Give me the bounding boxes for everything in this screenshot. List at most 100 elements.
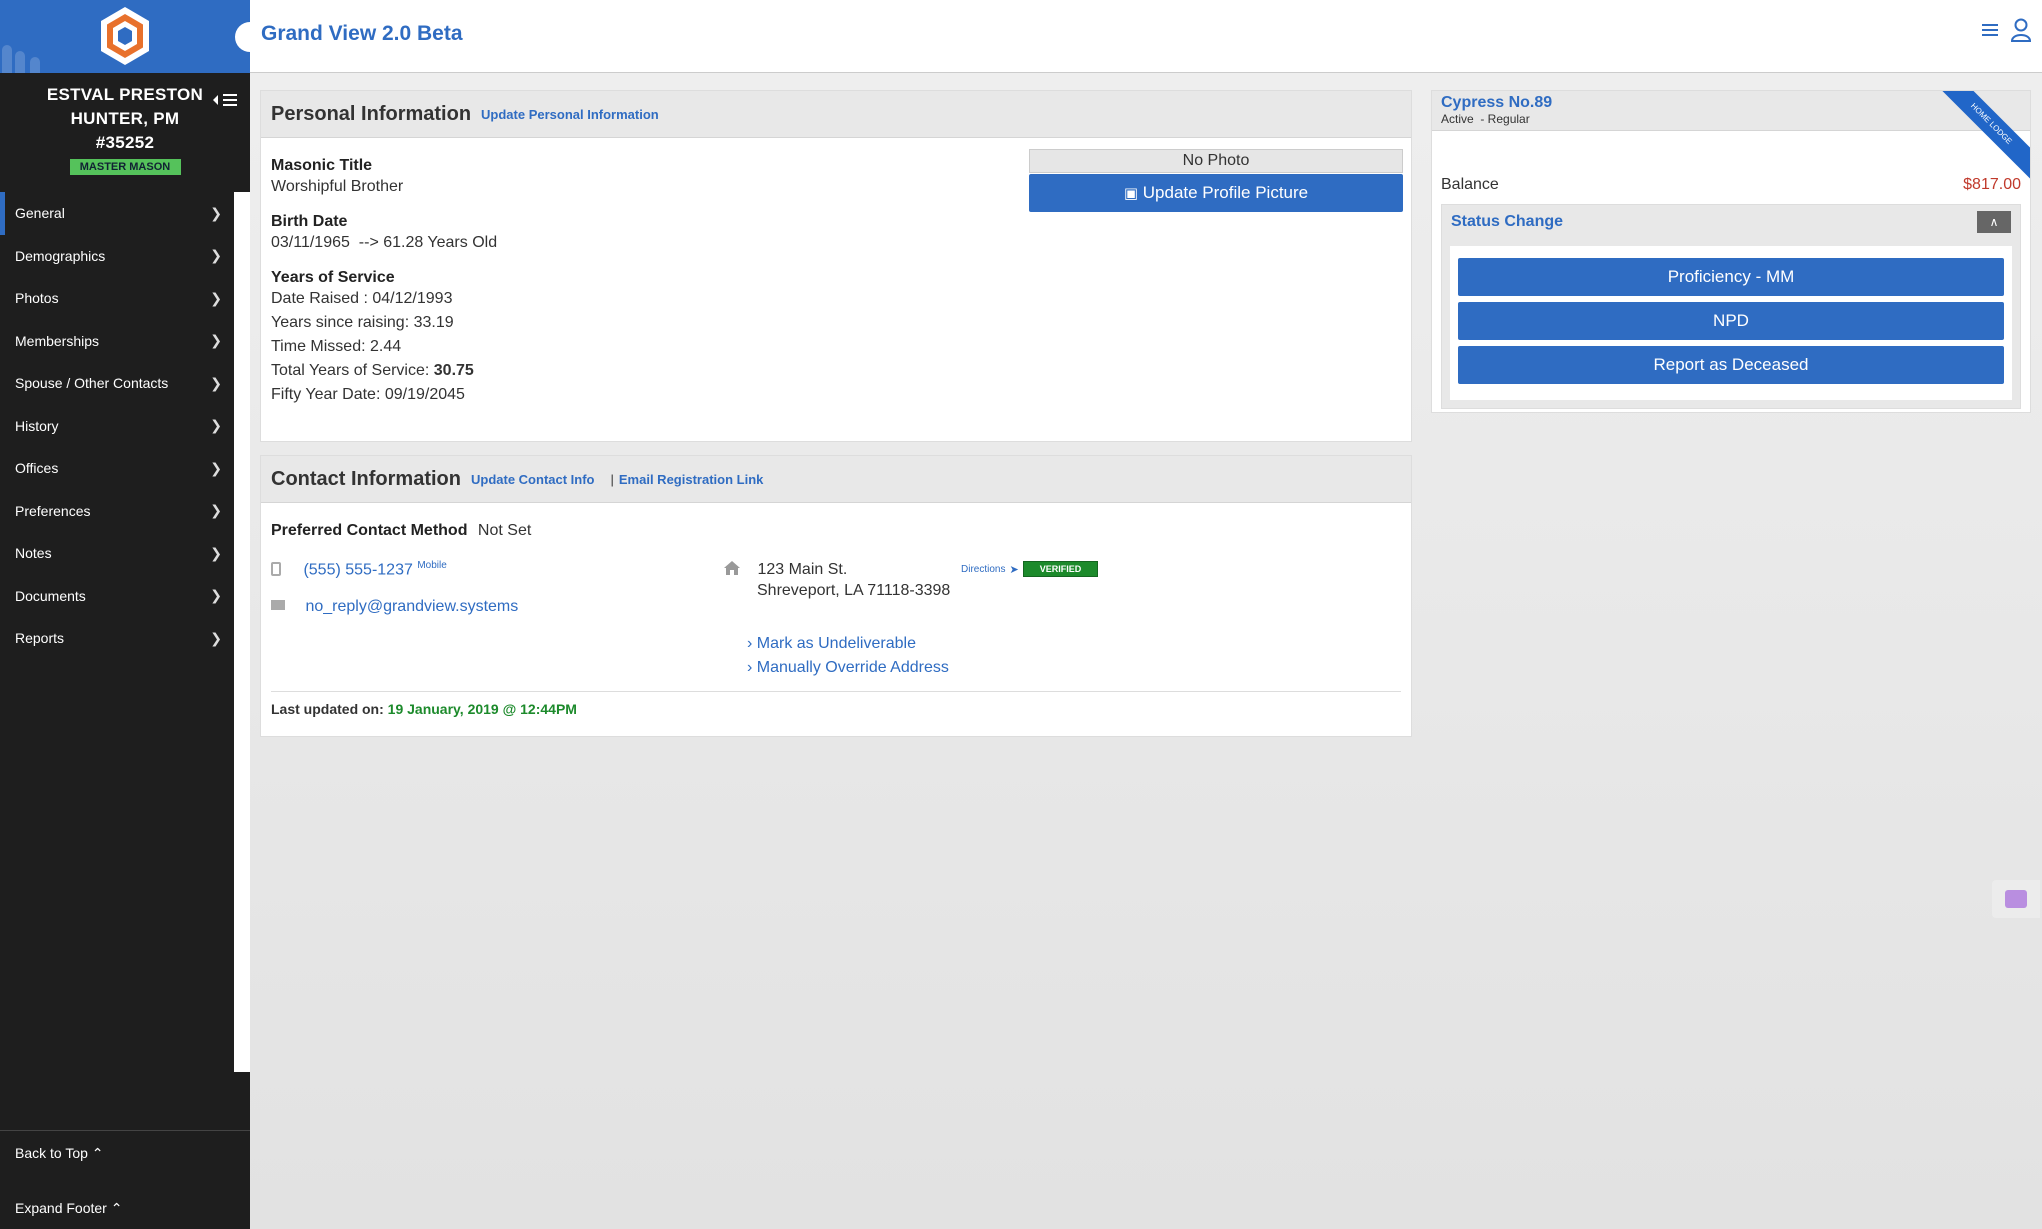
personal-information-title: Personal Information: [271, 102, 472, 125]
update-personal-info-link[interactable]: Update Personal Information: [481, 107, 659, 122]
feedback-widget[interactable]: [1992, 880, 2040, 918]
update-profile-picture-label: Update Profile Picture: [1142, 183, 1309, 202]
phone-number-link[interactable]: (555) 555-1237: [303, 561, 412, 578]
chevron-right-icon: ❯: [210, 459, 222, 476]
address-line1: 123 Main St.: [757, 561, 848, 578]
years-of-service-label: Years of Service: [271, 269, 395, 286]
top-header: Grand View 2.0 Beta: [235, 0, 2042, 73]
status-change-title: Status Change: [1451, 213, 1564, 230]
chevron-right-icon: ❯: [210, 374, 222, 391]
sidebar-footer-divider: [0, 1130, 250, 1131]
chevron-right-icon: ›: [747, 635, 753, 652]
update-profile-picture-button[interactable]: ▣ Update Profile Picture: [1029, 174, 1403, 212]
last-updated-value: 19 January, 2019 @ 12:44PM: [387, 701, 577, 717]
proficiency-mm-button[interactable]: Proficiency - MM: [1458, 258, 2004, 296]
member-name: ESTVAL PRESTON HUNTER, PM #35252: [0, 73, 250, 155]
chevron-right-icon: ❯: [210, 587, 222, 604]
sidebar-item-label: History: [15, 417, 59, 434]
chevron-up-icon: ∧: [1989, 215, 1999, 229]
update-contact-info-link[interactable]: Update Contact Info: [471, 472, 595, 487]
chevron-right-icon: ❯: [210, 289, 222, 306]
address-line2: Shreveport, LA 71118-3398: [757, 582, 951, 599]
status-change-actions: Proficiency - MM NPD Report as Deceased: [1450, 246, 2012, 400]
birth-date-label: Birth Date: [271, 213, 348, 230]
contact-information-header: Contact Information Update Contact Info …: [261, 456, 1411, 503]
report-deceased-button[interactable]: Report as Deceased: [1458, 346, 2004, 384]
npd-button[interactable]: NPD: [1458, 302, 2004, 340]
years-since-raising: Years since raising: 33.19: [271, 314, 454, 331]
collapse-menu-icon: [213, 94, 237, 106]
sidebar-item-label: Reports: [15, 630, 65, 647]
total-service-value: 30.75: [433, 362, 474, 379]
override-address-label: Manually Override Address: [756, 659, 949, 676]
expand-footer-link[interactable]: Expand Footer ⌃: [15, 1200, 122, 1217]
balance-value: $817.00: [1963, 176, 2021, 193]
app-logo-icon[interactable]: [98, 5, 152, 72]
override-address-link[interactable]: › Manually Override Address: [747, 656, 949, 680]
chevron-right-icon: ›: [747, 659, 753, 676]
no-photo-placeholder: No Photo: [1029, 149, 1403, 173]
personal-information-header: Personal Information Update Personal Inf…: [261, 91, 1411, 138]
member-number: #35252: [95, 133, 155, 152]
logo-area: [0, 0, 250, 73]
fifty-year-date: Fifty Year Date: 09/19/2045: [271, 386, 465, 403]
camera-icon: ▣: [1123, 185, 1139, 202]
expand-footer-label: Expand Footer: [15, 1200, 107, 1216]
balance-row: Balance $817.00: [1441, 176, 2021, 194]
sidebar-item-photos[interactable]: Photos ❯: [0, 277, 234, 320]
address-actions: › Mark as Undeliverable › Manually Overr…: [747, 632, 949, 680]
chevron-up-icon: ⌃: [110, 1200, 123, 1216]
user-profile-icon[interactable]: [2010, 18, 2032, 42]
chevron-right-icon: ❯: [210, 332, 222, 349]
phone-type: Mobile: [417, 560, 447, 571]
email-registration-link[interactable]: Email Registration Link: [619, 472, 763, 487]
sidebar-item-general[interactable]: General ❯: [0, 192, 234, 235]
sidebar-item-label: Spouse / Other Contacts: [15, 375, 169, 392]
collapse-section-button[interactable]: ∧: [1977, 211, 2011, 233]
preferred-contact-row: Preferred Contact Method Not Set: [271, 522, 531, 540]
degree-badge: MASTER MASON: [69, 159, 181, 175]
sidebar-item-spouse-contacts[interactable]: Spouse / Other Contacts ❯: [0, 362, 234, 405]
preferred-contact-label: Preferred Contact Method: [271, 522, 468, 539]
balance-label: Balance: [1441, 176, 1499, 193]
lodge-name-link[interactable]: Cypress No.89: [1441, 94, 2021, 112]
total-service-prefix: Total Years of Service:: [271, 362, 434, 379]
back-to-top-link[interactable]: Back to Top ⌃: [15, 1145, 104, 1162]
sidebar-item-history[interactable]: History ❯: [0, 405, 234, 448]
sidebar-item-documents[interactable]: Documents ❯: [0, 575, 234, 618]
phone-icon: [271, 562, 281, 577]
sidebar-item-demographics[interactable]: Demographics ❯: [0, 235, 234, 278]
sidebar-item-reports[interactable]: Reports ❯: [0, 617, 234, 660]
email-link[interactable]: no_reply@grandview.systems: [305, 598, 518, 615]
lodge-header: Cypress No.89 Active - Regular: [1432, 91, 2030, 131]
masonic-title-label: Masonic Title: [271, 157, 373, 174]
sidebar-item-notes[interactable]: Notes ❯: [0, 532, 234, 575]
paper-plane-icon: ➤: [1009, 563, 1019, 576]
chevron-right-icon: ❯: [210, 417, 222, 434]
sidebar-item-memberships[interactable]: Memberships ❯: [0, 320, 234, 363]
masonic-title-value: Worshipful Brother: [271, 178, 404, 195]
chevron-right-icon: ❯: [210, 629, 222, 646]
sidebar-scroll-strip: [234, 192, 250, 1072]
last-updated-row: Last updated on: 19 January, 2019 @ 12:4…: [271, 701, 577, 717]
sidebar-item-offices[interactable]: Offices ❯: [0, 447, 234, 490]
personal-information-panel: Personal Information Update Personal Inf…: [260, 90, 1412, 442]
sidebar-item-label: Notes: [15, 545, 52, 562]
address-status: Directions ➤ VERIFIED: [961, 561, 1099, 577]
contact-divider: [271, 691, 1401, 692]
sidebar-collapse-toggle[interactable]: [213, 92, 239, 113]
sidebar-item-preferences[interactable]: Preferences ❯: [0, 490, 234, 533]
personal-details: Masonic Title Worshipful Brother Birth D…: [271, 157, 497, 407]
status-change-header: Status Change ∧: [1442, 205, 2020, 239]
mark-undeliverable-label: Mark as Undeliverable: [756, 635, 916, 652]
chat-icon: [2005, 890, 2027, 908]
envelope-icon: [271, 600, 285, 610]
chevron-right-icon: ❯: [210, 502, 222, 519]
home-lodge-panel: Cypress No.89 Active - Regular HOME LODG…: [1431, 90, 2031, 413]
sidebar-item-label: Memberships: [15, 332, 100, 349]
email-row: no_reply@grandview.systems: [271, 598, 518, 616]
hamburger-menu-icon[interactable]: [1982, 23, 1998, 37]
mark-undeliverable-link[interactable]: › Mark as Undeliverable: [747, 632, 949, 656]
back-to-top-label: Back to Top: [15, 1145, 88, 1161]
directions-link[interactable]: Directions: [961, 564, 1005, 575]
